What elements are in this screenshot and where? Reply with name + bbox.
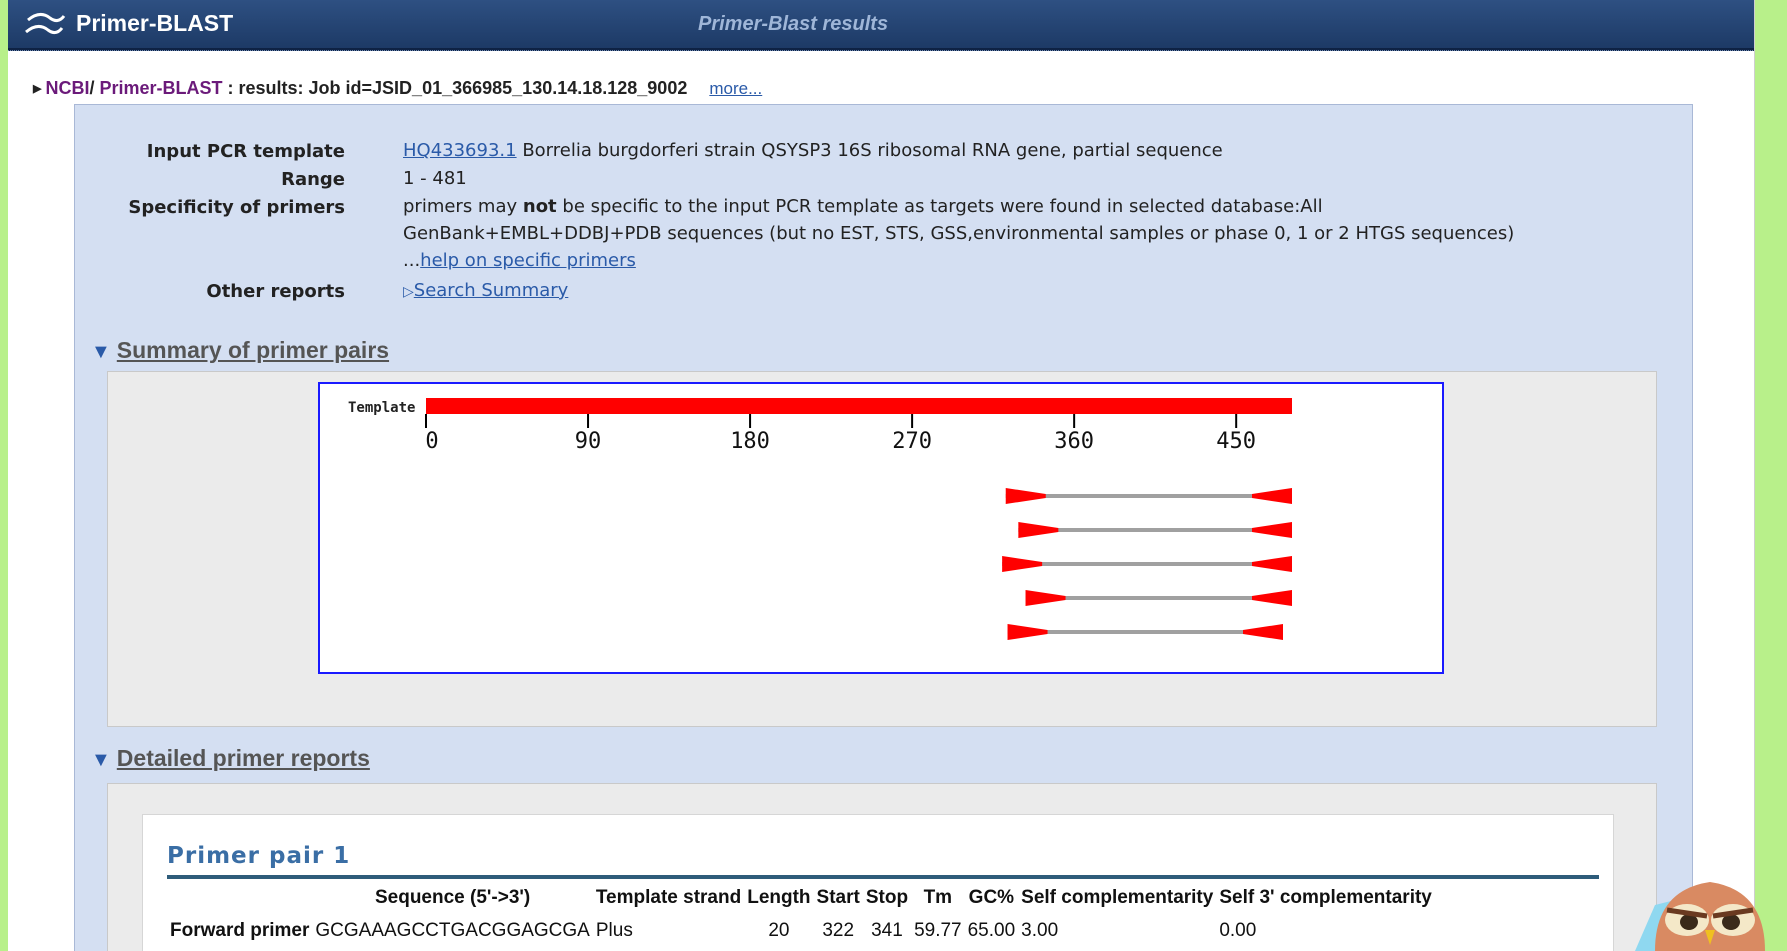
primer-blast-logo-icon [25,13,66,35]
reverse-primer-mark [1242,624,1283,640]
forward-self-comp: 3.00 [1021,920,1059,941]
breadcrumb-job-text: : results: Job id=JSID_01_366985_130.14.… [222,78,688,98]
table-header [167,883,312,913]
axis-tick-label: 450 [1216,429,1256,454]
summary-section-title[interactable]: ▼ Summary of primer pairs [91,337,389,364]
forward-start: 322 [822,920,855,941]
breadcrumb-separator: / [89,78,100,98]
detail-section-title[interactable]: ▼ Detailed primer reports [91,745,370,772]
primer-graphic: Template 0 90 180 270 360 450 [318,382,1444,674]
range-label: Range [281,169,345,190]
table-header: GC% [968,887,1015,908]
forward-self3-comp: 0.00 [1219,920,1257,941]
breadcrumb: ▶ NCBI/ Primer-BLAST : results: Job id=JS… [33,78,762,99]
table-header: Self 3' complementarity [1219,887,1432,908]
axis-tick-label: 270 [892,429,932,454]
forward-tm: 59.77 [914,920,962,941]
axis-ticks: 0 90 180 270 360 450 [425,414,1256,454]
template-bar [426,398,1292,414]
table-header-row: Sequence (5'->3') Template strand Length… [167,883,1435,913]
bullet-arrow-icon: ▶ [33,83,42,95]
template-accession-link[interactable]: HQ433693.1 [403,140,517,161]
forward-primer-mark [1007,624,1048,640]
table-row: Forward primer GCGAAAGCCTGACGGAGCGA Plus… [167,913,1435,949]
search-summary-link[interactable]: Search Summary [414,280,569,301]
table-header: Self complementarity [1021,887,1214,908]
breadcrumb-primer-blast-link[interactable]: Primer-BLAST [99,78,222,98]
forward-primer-mark [1005,488,1046,504]
primer-pairs [1002,488,1292,640]
forward-primer-label: Forward primer [170,920,310,941]
axis-tick-label: 0 [425,429,438,454]
app-title[interactable]: Primer-BLAST [76,10,233,37]
range-value: 1 - 481 [403,168,467,189]
template-track [426,398,1292,414]
primer-table: Sequence (5'->3') Template strand Length… [167,883,1435,949]
template-value: HQ433693.1 Borrelia burgdorferi strain Q… [403,137,1553,164]
forward-length: 20 [768,920,790,941]
table-header: Length [747,887,811,908]
primer-graphic-svg: Template 0 90 180 270 360 450 [348,398,1292,640]
specificity-text-bold: not [522,196,557,217]
forward-stop: 341 [871,920,903,941]
vertical-scrollbar[interactable]: ▲ ≡ [1754,0,1755,951]
help-specific-primers-link[interactable]: help on specific primers [420,250,636,271]
collapse-arrow-icon[interactable]: ▼ [91,341,111,364]
table-header: Tm [923,887,953,908]
breadcrumb-ncbi-link[interactable]: NCBI [45,78,89,98]
page-heading: Primer-Blast results [698,13,889,35]
header-bar: Primer-BLAST Primer-Blast results [8,0,1755,51]
reverse-primer-mark [1252,488,1292,504]
expand-triangle-icon[interactable]: ▷ [403,284,414,300]
header-divider [8,48,1755,51]
table-header: Sequence (5'->3') [374,887,531,908]
results-panel: Input PCR template HQ433693.1 Borrelia b… [74,104,1693,951]
forward-primer-mark [1025,590,1066,606]
reverse-primer-mark [1252,590,1292,606]
other-reports-value: ▷Search Summary [403,277,1553,306]
specificity-label: Specificity of primers [128,197,345,218]
primer-pair-card: Primer pair 1 Sequence (5'->3') Template… [142,814,1614,951]
forward-gc: 65.00 [967,920,1016,941]
specificity-value: primers may not be specific to the input… [403,193,1553,274]
template-label: Input PCR template [146,141,345,162]
table-header: Stop [865,887,909,908]
reverse-primer-mark [1252,556,1292,572]
forward-primer-mark [1002,556,1043,572]
title-underline [167,875,1599,879]
summary-section-label[interactable]: Summary of primer pairs [117,337,389,363]
detail-section-label[interactable]: Detailed primer reports [117,745,370,771]
browser-window: Primer-BLAST Primer-Blast results ▶ NCBI/… [8,0,1755,951]
specificity-text-pre: primers may [403,196,523,217]
detail-box: Primer pair 1 Sequence (5'->3') Template… [107,783,1657,951]
reverse-primer-mark [1252,522,1292,538]
template-description: Borrelia burgdorferi strain QSYSP3 16S r… [516,140,1223,161]
axis-tick-label: 360 [1054,429,1094,454]
forward-strand: Plus [595,920,633,941]
other-reports-label: Other reports [206,281,345,302]
summary-box: Template 0 90 180 270 360 450 [107,371,1657,727]
template-track-label: Template [348,400,415,416]
forward-sequence: GCGAAAGCCTGACGGAGCGA [315,920,590,941]
collapse-arrow-icon[interactable]: ▼ [91,749,111,772]
table-header: Template strand [595,887,742,908]
primer-pair-title: Primer pair 1 [167,843,351,869]
axis-tick-label: 90 [575,429,602,454]
axis-tick-label: 180 [730,429,770,454]
owl-mascot-icon [1635,882,1765,951]
table-header: Start [816,887,860,908]
forward-primer-mark [1018,522,1059,538]
more-link[interactable]: more... [709,79,762,98]
